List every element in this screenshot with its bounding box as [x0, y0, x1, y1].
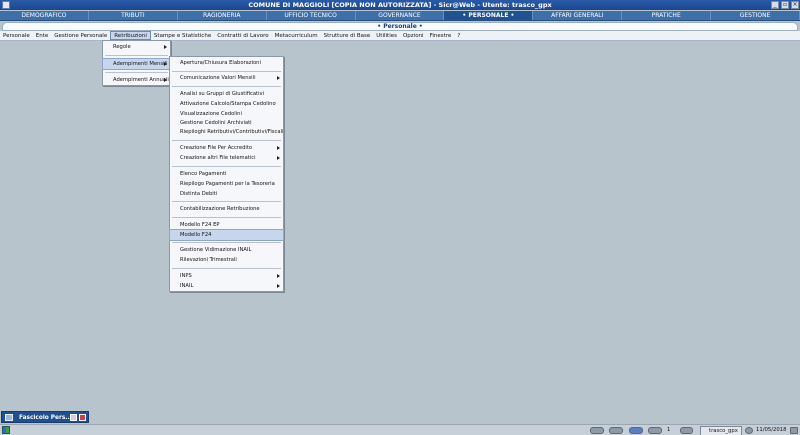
- tray-date: 11/05/2018: [756, 427, 787, 433]
- restore-window-icon[interactable]: [70, 414, 77, 421]
- submenu-arrow-icon: [164, 78, 167, 82]
- menu-item-distinta-debiti[interactable]: Distinta Debiti: [170, 189, 283, 199]
- menu-item-label: Comunicazione Valori Mensili: [180, 75, 256, 81]
- window-icon[interactable]: [629, 427, 643, 434]
- tray-user[interactable]: trasco_gpx: [700, 426, 742, 435]
- adempimenti-mensili-menu: Apertura/Chiusura Elaborazioni Comunicaz…: [169, 56, 284, 292]
- system-tray: 1 trasco_gpx 11/05/2018: [0, 424, 800, 435]
- minimize-icon[interactable]: _: [771, 1, 779, 9]
- taskbar-window-fascicolo[interactable]: Fascicolo Pers...: [1, 411, 89, 423]
- menu-item-vidimazione-inail[interactable]: Gestione Vidimazione INAIL: [170, 245, 283, 255]
- submenu-arrow-icon: [277, 146, 280, 150]
- taskbar-window-label: Fascicolo Pers...: [19, 415, 72, 421]
- menu-separator: [172, 201, 281, 202]
- menu-item-rilevazioni-trimestrali[interactable]: Rilevazioni Trimestrali: [170, 255, 283, 265]
- menu-separator: [105, 55, 168, 56]
- submenu-arrow-icon: [277, 76, 280, 80]
- module-tab-gestione[interactable]: GESTIONE: [711, 11, 800, 20]
- menu-opzioni[interactable]: Opzioni: [400, 31, 427, 40]
- menu-separator: [172, 71, 281, 72]
- submenu-arrow-icon: [277, 156, 280, 160]
- retribuzioni-menu: Regole Adempimenti Mensili Adempimenti A…: [102, 40, 171, 86]
- clock-icon: [745, 427, 753, 434]
- menu-personale[interactable]: Personale: [0, 31, 33, 40]
- menu-separator: [172, 86, 281, 87]
- menu-item-label: Creazione File Per Accredito: [180, 145, 253, 151]
- module-tab-ragioneria[interactable]: RAGIONERIA: [178, 11, 267, 20]
- submenu-arrow-icon: [277, 274, 280, 278]
- window-title-bar: COMUNE DI MAGGIOLI [COPIA NON AUTORIZZAT…: [0, 0, 800, 10]
- menu-item-modello-f24-ep[interactable]: Modello F24 EP: [170, 220, 283, 230]
- menu-separator: [172, 217, 281, 218]
- close-window-icon[interactable]: [79, 414, 86, 421]
- submenu-arrow-icon: [164, 62, 167, 66]
- start-icon[interactable]: [2, 426, 10, 434]
- menu-item-label: Adempimenti Mensili: [113, 61, 168, 67]
- module-tab-personale[interactable]: • PERSONALE •: [444, 11, 534, 20]
- lock-icon[interactable]: [590, 427, 604, 434]
- menu-ente[interactable]: Ente: [33, 31, 52, 40]
- menu-item-apertura-chiusura[interactable]: Apertura/Chiusura Elaborazioni: [170, 58, 283, 68]
- menu-item-label: INPS: [180, 273, 192, 279]
- menu-item-analisi-giustificativi[interactable]: Analisi su Gruppi di Giustificativi: [170, 89, 283, 99]
- submenu-arrow-icon: [277, 284, 280, 288]
- menu-item-file-telematici[interactable]: Creazione altri File telematici: [170, 153, 283, 163]
- menu-item-riepiloghi[interactable]: Riepiloghi Retributivi/Contributivi/Fisc…: [170, 127, 283, 137]
- menu-item-contabilizzazione[interactable]: Contabilizzazione Retribuzione: [170, 204, 283, 214]
- module-tab-tributi[interactable]: TRIBUTI: [89, 11, 178, 20]
- menu-separator: [172, 268, 281, 269]
- menu-item-adempimenti-annuali[interactable]: Adempimenti Annuali: [103, 75, 170, 85]
- mail-icon[interactable]: [609, 427, 623, 434]
- menu-help[interactable]: ?: [454, 31, 463, 40]
- show-desktop-icon[interactable]: [790, 427, 798, 434]
- menu-item-regole[interactable]: Regole: [103, 42, 170, 52]
- module-tab-demografico[interactable]: DEMOGRAFICO: [0, 11, 89, 20]
- menu-stampe-statistiche[interactable]: Stampe e Statistiche: [151, 31, 214, 40]
- section-title: • Personale •: [2, 22, 798, 31]
- menu-strutture-base[interactable]: Strutture di Base: [321, 31, 374, 40]
- window-taskbar: Fascicolo Pers...: [0, 410, 800, 424]
- menu-separator: [105, 72, 168, 73]
- menu-metacurriculum[interactable]: Metacurriculum: [272, 31, 321, 40]
- edit-icon[interactable]: [680, 427, 693, 434]
- menu-item-inail[interactable]: INAIL: [170, 281, 283, 291]
- menu-item-label: Creazione altri File telematici: [180, 155, 256, 161]
- menu-finestre[interactable]: Finestre: [427, 31, 455, 40]
- module-tab-affari-generali[interactable]: AFFARI GENERALI: [533, 11, 623, 20]
- restore-icon[interactable]: ▫: [781, 1, 789, 9]
- menu-item-riepilogo-tesoreria[interactable]: Riepilogo Pagamenti per la Tesoreria: [170, 179, 283, 189]
- menu-contratti-lavoro[interactable]: Contratti di Lavoro: [214, 31, 271, 40]
- module-tab-pratiche[interactable]: PRATICHE: [622, 11, 712, 20]
- menu-item-label: INAIL: [180, 283, 194, 289]
- menu-gestione-personale[interactable]: Gestione Personale: [51, 31, 110, 40]
- menu-retribuzioni[interactable]: Retribuzioni: [110, 31, 151, 40]
- menu-utilities[interactable]: Utilities: [373, 31, 400, 40]
- menu-item-label: Adempimenti Annuali: [113, 77, 169, 83]
- menu-item-adempimenti-mensili[interactable]: Adempimenti Mensili: [102, 58, 171, 70]
- menu-item-elenco-pagamenti[interactable]: Elenco Pagamenti: [170, 169, 283, 179]
- submenu-arrow-icon: [164, 45, 167, 49]
- folder-icon: [5, 414, 13, 421]
- tray-count: 1: [667, 427, 671, 433]
- menu-separator: [172, 166, 281, 167]
- menu-item-comunicazione-valori[interactable]: Comunicazione Valori Mensili: [170, 73, 283, 83]
- menu-item-file-accredito[interactable]: Creazione File Per Accredito: [170, 143, 283, 153]
- menu-item-inps[interactable]: INPS: [170, 271, 283, 281]
- module-tabs: DEMOGRAFICO TRIBUTI RAGIONERIA UFFICIO T…: [0, 11, 800, 21]
- close-icon[interactable]: ×: [791, 1, 799, 9]
- folder-icon[interactable]: [648, 427, 662, 434]
- module-tab-governance[interactable]: GOVERNANCE: [356, 11, 445, 20]
- menu-item-label: Regole: [113, 44, 131, 50]
- menu-separator: [172, 242, 281, 243]
- module-tab-ufficio-tecnico[interactable]: UFFICIO TECNICO: [267, 11, 356, 20]
- menu-item-modello-f24[interactable]: Modello F24: [169, 229, 284, 241]
- window-title: COMUNE DI MAGGIOLI [COPIA NON AUTORIZZAT…: [248, 1, 552, 9]
- menu-separator: [172, 140, 281, 141]
- menu-item-calcolo-cedolino[interactable]: Attivazione Calcolo/Stampa Cedolino: [170, 99, 283, 109]
